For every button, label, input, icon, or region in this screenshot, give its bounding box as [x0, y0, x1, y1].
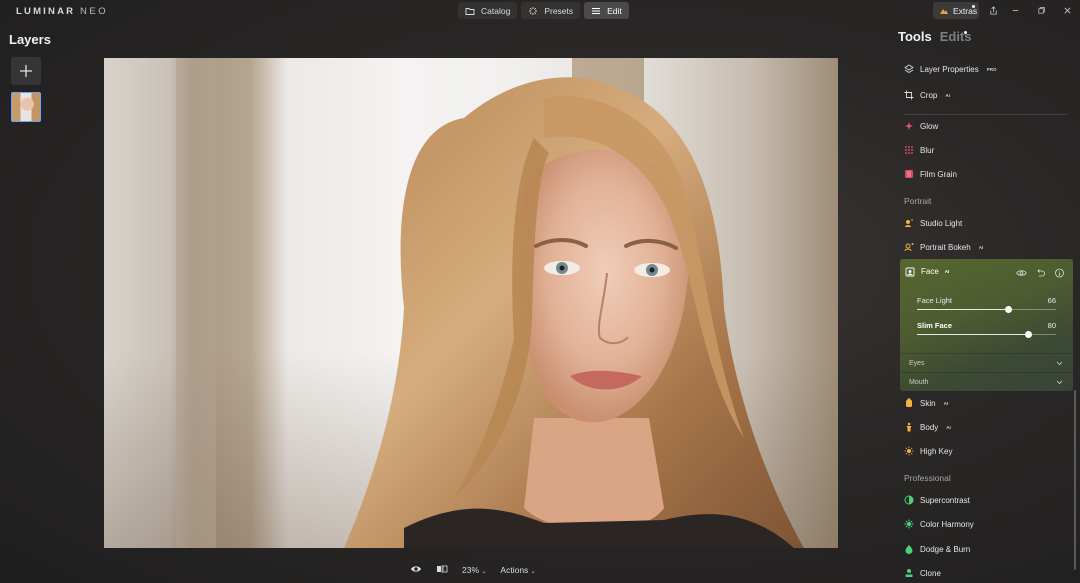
extras-icon [940, 8, 948, 14]
slider-knob[interactable] [1005, 306, 1013, 313]
app-logo: LUMINAR NEO [16, 6, 109, 17]
plus-icon [20, 65, 32, 77]
layer-thumbnail[interactable] [11, 92, 41, 122]
slider-fill [917, 334, 1029, 335]
face-icon [905, 267, 915, 276]
bokeh-icon [904, 243, 914, 252]
info-button[interactable] [1054, 265, 1065, 283]
mode-presets-button[interactable]: Presets [521, 2, 581, 19]
split-view-icon [437, 565, 448, 573]
add-layer-button[interactable] [11, 57, 41, 85]
sliders-icon [592, 7, 601, 14]
folder-icon [465, 7, 475, 15]
chevron-down-icon [1056, 380, 1063, 385]
divider [904, 114, 1067, 115]
extras-button[interactable]: Extras [933, 2, 979, 19]
actions-dropdown[interactable]: Actions ⌄ [500, 565, 535, 575]
mouth-subsection[interactable]: Mouth [900, 372, 1073, 391]
film-grain-icon [905, 170, 913, 178]
slider-knob[interactable] [1024, 331, 1032, 338]
chevron-down-icon: ⌄ [530, 569, 536, 575]
tool-high-key[interactable]: High Key [904, 443, 960, 459]
tab-tools[interactable]: Tools [898, 29, 932, 44]
tool-supercontrast[interactable]: Supercontrast [904, 492, 978, 508]
close-button[interactable] [1061, 4, 1073, 16]
eyes-subsection[interactable]: Eyes [900, 353, 1073, 372]
info-icon [1055, 268, 1064, 278]
bottom-toolbar: 23% ⌄ Actions ⌄ [410, 564, 536, 576]
tool-portrait-bokeh[interactable]: Portrait Bokeh AI [904, 239, 983, 255]
portrait-image [176, 58, 804, 548]
minimize-icon [1012, 9, 1018, 11]
eye-icon [411, 566, 421, 572]
sparkle-icon [529, 6, 538, 15]
top-bar: LUMINAR NEO Catalog Presets Edit Extras [0, 0, 1080, 22]
tool-film-grain[interactable]: Film Grain [904, 166, 965, 182]
skin-icon [906, 398, 912, 407]
tool-crop[interactable]: Crop AI [904, 87, 950, 103]
minimize-button[interactable] [1009, 4, 1021, 16]
chevron-down-icon: ⌄ [481, 569, 487, 575]
tool-dodge-burn[interactable]: Dodge & Burn [904, 541, 978, 557]
reset-button[interactable] [1035, 265, 1046, 283]
tool-body[interactable]: Body AI [904, 419, 951, 435]
face-tool-actions [1016, 265, 1065, 283]
restore-button[interactable] [1035, 4, 1047, 16]
section-professional: Professional [904, 473, 951, 483]
high-key-icon [904, 446, 914, 456]
tool-glow[interactable]: Glow [904, 118, 946, 134]
glow-icon [905, 122, 913, 130]
notification-dot [972, 5, 975, 8]
restore-icon [1037, 6, 1045, 14]
share-button[interactable] [987, 4, 999, 16]
slider-track[interactable] [917, 334, 1056, 335]
blur-icon [905, 146, 913, 154]
clone-icon [905, 569, 913, 577]
dodge-burn-icon [905, 544, 913, 554]
tool-layer-properties[interactable]: Layer Properties PRO [904, 61, 996, 77]
face-tool-header[interactable]: Face AI [905, 265, 949, 278]
toggle-visibility-button[interactable] [1016, 265, 1027, 283]
studio-light-icon [905, 219, 913, 227]
layers-title: Layers [9, 32, 51, 47]
undo-icon [1037, 269, 1045, 277]
eye-icon [1016, 270, 1027, 276]
layers-icon [904, 64, 914, 73]
face-tool-panel: Face AI Face Light 66 Slim Face 80 Eyes M… [900, 259, 1073, 391]
edits-indicator-dot [964, 31, 967, 34]
mode-switcher: Catalog Presets Edit [458, 2, 629, 19]
slider-fill [917, 309, 1009, 310]
body-icon [906, 422, 912, 432]
section-portrait: Portrait [904, 196, 932, 206]
chevron-down-icon [1056, 361, 1063, 366]
mode-catalog-button[interactable]: Catalog [458, 2, 518, 19]
photo-canvas[interactable] [104, 58, 838, 548]
mode-edit-button[interactable]: Edit [584, 2, 629, 19]
compare-button[interactable] [436, 564, 448, 576]
tool-color-harmony[interactable]: Color Harmony [904, 516, 982, 532]
share-icon [989, 5, 997, 15]
tool-skin[interactable]: Skin AI [904, 395, 948, 411]
preview-toggle-button[interactable] [410, 564, 422, 576]
zoom-dropdown[interactable]: 23% ⌄ [462, 565, 486, 575]
slider-track[interactable] [917, 309, 1056, 310]
color-harmony-icon [904, 519, 914, 529]
close-icon [1064, 7, 1070, 13]
tool-studio-light[interactable]: Studio Light [904, 215, 970, 231]
crop-icon [904, 90, 914, 100]
tool-clone[interactable]: Clone [904, 565, 949, 581]
right-panel-tabs: Tools Edits [898, 29, 972, 44]
right-panel-scrollbar[interactable] [1074, 390, 1076, 570]
tool-blur[interactable]: Blur [904, 142, 942, 158]
supercontrast-icon [904, 495, 914, 505]
